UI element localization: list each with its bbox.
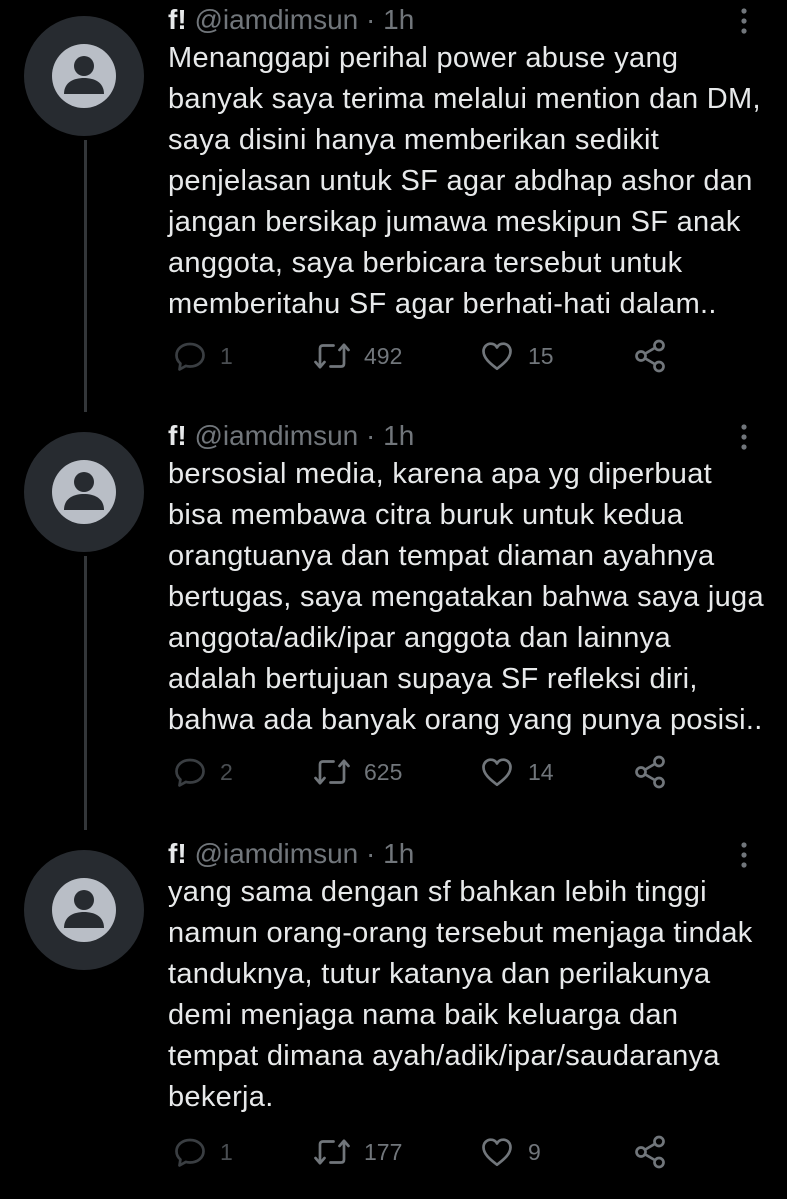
avatar[interactable] <box>24 850 144 970</box>
user-handle[interactable]: @iamdimsun <box>194 4 358 35</box>
reply-button[interactable]: 1 <box>172 1132 233 1172</box>
separator-dot: · <box>366 838 376 869</box>
reply-count: 1 <box>220 1138 233 1165</box>
tweet-text: Menanggapi perihal power abuse yang bany… <box>168 38 768 325</box>
more-vertical-icon <box>741 424 747 450</box>
more-vertical-icon <box>741 842 747 868</box>
retweet-count: 492 <box>364 342 403 369</box>
more-vertical-icon <box>741 8 747 34</box>
timestamp[interactable]: 1h <box>383 4 414 35</box>
tweet-text-line: jangan bersikap jumawa meskipun SF anak <box>168 206 741 238</box>
reply-icon <box>175 1138 205 1167</box>
like-count: 9 <box>528 1138 541 1165</box>
tweet-text-line: banyak saya terima melalui mention dan D… <box>168 83 761 115</box>
share-icon <box>635 755 665 789</box>
more-options-button[interactable] <box>736 6 752 40</box>
like-button[interactable]: 9 <box>478 1132 541 1172</box>
tweet-header: f! @iamdimsun · 1h <box>168 420 414 452</box>
user-handle[interactable]: @iamdimsun <box>194 420 358 451</box>
tweet-text-line: bahwa ada banyak orang yang punya posisi… <box>168 704 763 736</box>
more-options-button[interactable] <box>736 840 752 874</box>
tweet-text-line: tanduknya, tutur katanya dan perilakunya <box>168 958 711 990</box>
tweet-text-line: saya disini hanya memberikan sedikit <box>168 124 660 156</box>
like-count: 15 <box>528 342 554 369</box>
heart-icon <box>482 342 512 371</box>
tweet-text-line: penjelasan untuk SF agar abdhap ashor da… <box>168 165 753 197</box>
retweet-icon <box>314 759 350 785</box>
like-button[interactable]: 14 <box>478 752 554 792</box>
tweet-text-line: anggota/adik/ipar anggota dan lainnya <box>168 622 671 654</box>
retweet-button[interactable]: 177 <box>312 1132 402 1172</box>
tweet-text-line: demi menjaga nama baik keluarga dan <box>168 999 679 1031</box>
tweet-text-line: adalah bertujuan supaya SF refleksi diri… <box>168 663 698 695</box>
reply-count: 1 <box>220 342 233 369</box>
tweet-text-line: bisa membawa citra buruk untuk kedua <box>168 499 684 531</box>
tweet-text-line: yang sama dengan sf bahkan lebih tinggi <box>168 876 707 908</box>
tweet-text-line: bersosial media, karena apa yg diperbuat <box>168 458 712 490</box>
timestamp[interactable]: 1h <box>383 838 414 869</box>
tweet-text-line: namun orang-orang tersebut menjaga tinda… <box>168 917 753 949</box>
tweet-header: f! @iamdimsun · 1h <box>168 4 414 36</box>
tweet-text-line: bekerja. <box>168 1081 274 1113</box>
share-button[interactable] <box>632 1132 668 1172</box>
tweet-text-line: memberitahu SF agar berhati-hati dalam.. <box>168 288 717 320</box>
share-button[interactable] <box>632 752 668 792</box>
default-avatar-icon <box>52 460 116 524</box>
tweet-text: yang sama dengan sf bahkan lebih tinggi … <box>168 872 768 1118</box>
separator-dot: · <box>366 420 376 451</box>
default-avatar-icon <box>52 878 116 942</box>
reply-button[interactable]: 2 <box>172 752 233 792</box>
default-avatar-icon <box>52 44 116 108</box>
timestamp[interactable]: 1h <box>383 420 414 451</box>
tweet[interactable]: f! @iamdimsun · 1h bersosial media, kare… <box>0 416 787 828</box>
tweet-actions: 2 625 14 <box>168 752 768 792</box>
heart-icon <box>482 1138 512 1167</box>
tweet[interactable]: f! @iamdimsun · 1h yang sama dengan sf b… <box>0 834 787 1199</box>
avatar[interactable] <box>24 432 144 552</box>
display-name[interactable]: f! <box>168 4 187 35</box>
user-handle[interactable]: @iamdimsun <box>194 838 358 869</box>
tweet-text-line: Menanggapi perihal power abuse yang <box>168 42 679 74</box>
separator-dot: · <box>366 4 376 35</box>
retweet-button[interactable]: 625 <box>312 752 402 792</box>
tweet-text-line: tempat dimana ayah/adik/ipar/saudaranya <box>168 1040 720 1072</box>
display-name[interactable]: f! <box>168 420 187 451</box>
reply-icon <box>175 758 205 787</box>
tweet-header: f! @iamdimsun · 1h <box>168 838 414 870</box>
reply-button[interactable]: 1 <box>172 336 233 376</box>
share-icon <box>635 339 665 373</box>
retweet-count: 625 <box>364 758 403 785</box>
tweet[interactable]: f! @iamdimsun · 1h Menanggapi perihal po… <box>0 0 787 412</box>
heart-icon <box>482 758 512 787</box>
tweet-text-line: anggota, saya berbicara tersebut untuk <box>168 247 683 279</box>
like-button[interactable]: 15 <box>478 336 554 376</box>
share-icon <box>635 1135 665 1169</box>
reply-count: 2 <box>220 758 233 785</box>
tweet-actions: 1 492 15 <box>168 336 768 376</box>
tweet-actions: 1 177 9 <box>168 1132 768 1172</box>
tweet-text-line: orangtuanya dan tempat diaman ayahnya <box>168 540 715 572</box>
reply-icon <box>175 342 205 371</box>
retweet-icon <box>314 1139 350 1165</box>
tweet-text-line: bertugas, saya mengatakan bahwa saya jug… <box>168 581 764 613</box>
retweet-count: 177 <box>364 1138 403 1165</box>
share-button[interactable] <box>632 336 668 376</box>
display-name[interactable]: f! <box>168 838 187 869</box>
more-options-button[interactable] <box>736 422 752 456</box>
retweet-icon <box>314 343 350 369</box>
tweet-text: bersosial media, karena apa yg diperbuat… <box>168 454 768 741</box>
like-count: 14 <box>528 758 554 785</box>
avatar[interactable] <box>24 16 144 136</box>
retweet-button[interactable]: 492 <box>312 336 402 376</box>
